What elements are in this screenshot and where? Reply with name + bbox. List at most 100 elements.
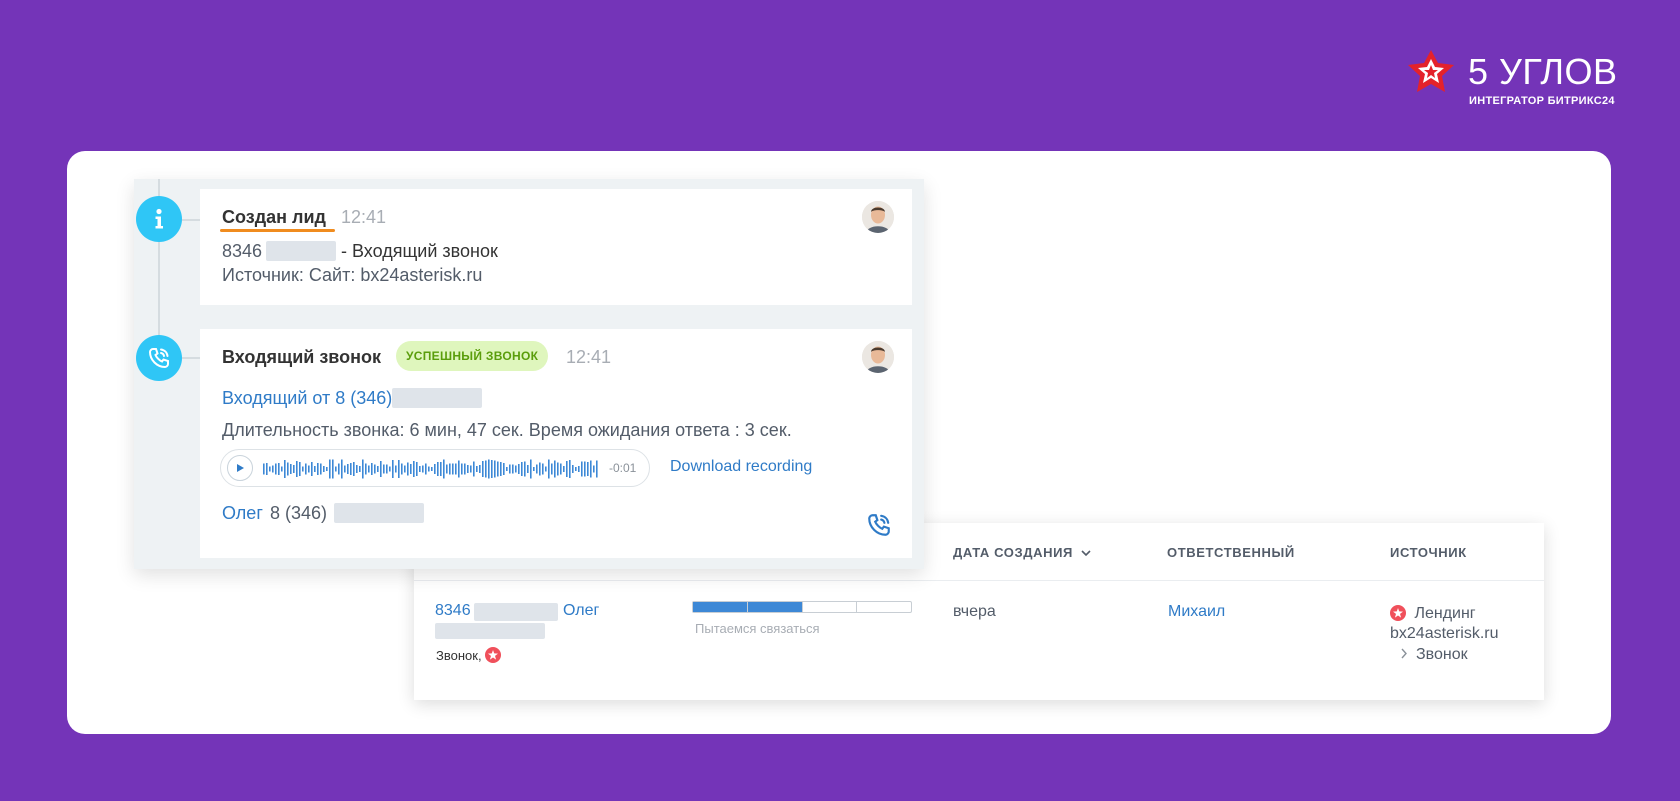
column-header-created[interactable]: ДАТА СОЗДАНИЯ	[953, 545, 1091, 560]
waveform-bar	[554, 460, 556, 478]
waveform-bar	[581, 461, 583, 477]
waveform-bar	[368, 465, 370, 473]
waveform-bar	[521, 462, 523, 476]
brand-name: 5 УГЛОВ	[1468, 51, 1618, 92]
waveform-bar	[497, 461, 499, 477]
waveform-bar	[275, 463, 277, 475]
waveform-bar	[281, 466, 283, 472]
waveform-bar	[404, 465, 406, 473]
waveform-bar	[572, 465, 574, 473]
waveform-bar	[518, 464, 520, 474]
row-source-channel-label: Звонок	[1416, 646, 1468, 663]
waveform-bar	[452, 463, 454, 475]
waveform-bar	[431, 467, 433, 471]
waveform-bar	[272, 465, 274, 473]
waveform-bar	[428, 466, 430, 472]
contact-phone: 8 (346)	[270, 503, 328, 523]
waveform-bar	[458, 460, 460, 478]
row-responsible-link[interactable]: Михаил	[1168, 603, 1225, 621]
waveform-bar	[308, 465, 310, 473]
column-header-responsible[interactable]: ОТВЕТСТВЕННЫЙ	[1167, 545, 1295, 560]
waveform-bar	[494, 460, 496, 478]
waveform-bar	[377, 466, 379, 472]
waveform-bar	[350, 463, 352, 475]
waveform-bar	[395, 465, 397, 473]
row-source-site: bx24asterisk.ru	[1390, 625, 1499, 642]
redacted-phone	[474, 603, 558, 621]
status-badge: УСПЕШНЫЙ ЗВОНОК	[396, 341, 549, 371]
waveform-bar	[569, 460, 571, 478]
progress-segment	[693, 602, 748, 612]
waveform-bar	[443, 459, 445, 479]
play-button[interactable]	[227, 455, 253, 481]
waveform-bar	[485, 460, 487, 478]
star-logo-icon	[1408, 50, 1454, 92]
star-badge-icon	[485, 647, 502, 663]
waveform-bar	[593, 465, 595, 473]
waveform-bar	[266, 463, 268, 475]
waveform-bar	[479, 465, 481, 473]
player-time: -0:01	[609, 461, 637, 475]
brand-subtitle: ИНТЕГРАТОР БИТРИКС24	[1469, 95, 1615, 107]
waveform-bar	[539, 462, 541, 476]
waveform-bar	[536, 464, 538, 474]
waveform-bar	[515, 465, 517, 473]
incoming-from-link[interactable]: Входящий от 8 (346)	[222, 388, 392, 409]
waveform-bar	[362, 459, 364, 479]
waveform-bar	[269, 466, 271, 472]
waveform-bar	[563, 466, 565, 472]
row-source-channel: Звонок	[1400, 646, 1468, 664]
waveform-bar	[413, 461, 415, 477]
waveform-bar	[434, 464, 436, 474]
waveform[interactable]	[263, 458, 601, 480]
waveform-bar	[419, 466, 421, 472]
waveform-bar	[464, 463, 466, 475]
lead-created-card: Создан лид 12:41 8346 - Входящий звонок …	[200, 189, 912, 305]
waveform-bar	[566, 461, 568, 477]
redacted-phone	[334, 503, 424, 523]
waveform-bar	[506, 467, 508, 471]
row-source-name: Лендинг	[1414, 605, 1476, 622]
waveform-bar	[374, 464, 376, 474]
row-channel-label: Звонок,	[436, 648, 482, 663]
waveform-bar	[590, 460, 592, 478]
waveform-bar	[548, 459, 550, 479]
waveform-bar	[512, 464, 514, 474]
waveform-bar	[467, 465, 469, 473]
waveform-bar	[482, 461, 484, 477]
status-progress-bar[interactable]	[692, 601, 912, 613]
title-underline	[220, 229, 335, 232]
waveform-bar	[311, 462, 313, 476]
waveform-bar	[416, 462, 418, 476]
waveform-bar	[476, 466, 478, 472]
lead-created-time: 12:41	[341, 207, 387, 227]
info-icon	[136, 196, 182, 242]
chevron-down-icon	[1081, 550, 1091, 557]
avatar[interactable]	[862, 201, 894, 233]
row-channel: Звонок,	[436, 647, 502, 663]
lead-phone-prefix: 8346	[222, 241, 263, 261]
waveform-bar	[542, 463, 544, 475]
waveform-bar	[461, 463, 463, 475]
waveform-bar	[437, 462, 439, 476]
waveform-bar	[329, 459, 331, 479]
row-created: вчера	[953, 603, 996, 620]
timeline: Создан лид 12:41 8346 - Входящий звонок …	[134, 179, 924, 569]
column-header-source[interactable]: ИСТОЧНИК	[1390, 545, 1467, 560]
contact-name-link[interactable]: Олег	[222, 503, 263, 524]
row-phone-prefix[interactable]: 8346	[435, 602, 471, 620]
waveform-bar	[299, 462, 301, 476]
waveform-bar	[383, 464, 385, 474]
row-contact-link[interactable]: Олег	[563, 602, 599, 620]
audio-player: -0:01	[220, 449, 650, 487]
waveform-bar	[263, 463, 265, 475]
waveform-bar	[560, 463, 562, 475]
download-recording-link[interactable]: Download recording	[670, 458, 812, 476]
progress-segment	[747, 602, 803, 612]
avatar[interactable]	[862, 341, 894, 373]
waveform-bar	[323, 466, 325, 472]
waveform-bar	[338, 463, 340, 475]
waveform-bar	[545, 466, 547, 472]
waveform-bar	[584, 461, 586, 477]
call-phone-icon[interactable]	[866, 512, 892, 538]
